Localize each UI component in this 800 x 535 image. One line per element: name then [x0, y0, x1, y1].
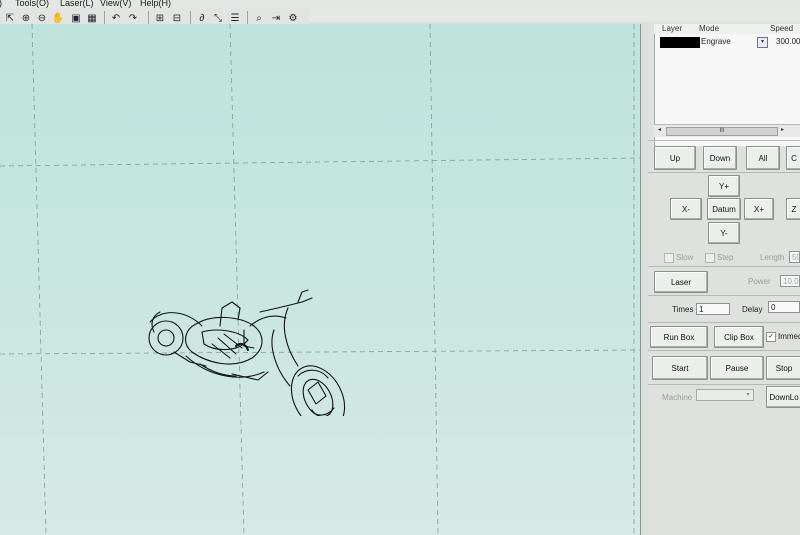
clip-box-button[interactable]: Clip Box [714, 326, 764, 348]
zoom-out-icon[interactable]: ⊖ [35, 11, 49, 25]
align-icon[interactable]: ⊞ [153, 11, 167, 25]
column-header-mode: Mode [699, 24, 720, 33]
run-box-button[interactable]: Run Box [650, 326, 708, 348]
menu-item-file-fragment[interactable]: ) [0, 0, 2, 8]
output-icon[interactable]: ⇥ [269, 11, 283, 25]
layer-mode-value[interactable]: Engrave [701, 37, 731, 46]
partial-button[interactable]: C [786, 146, 800, 170]
menu-item-laser[interactable]: Laser(L) [60, 0, 94, 8]
right-control-panel: Layer Mode Speed Engrave ▾ 300.00 ◂ III … [648, 22, 800, 535]
node-edit-icon[interactable]: ∂ [195, 11, 209, 25]
menu-item-tools[interactable]: Tools(O) [15, 0, 49, 8]
chevron-down-icon[interactable]: ▾ [757, 37, 768, 48]
step-checkbox[interactable] [705, 253, 715, 263]
start-button[interactable]: Start [652, 356, 708, 380]
step-label: Step [717, 253, 734, 262]
pause-button[interactable]: Pause [710, 356, 764, 380]
menu-bar: ) Tools(O) Laser(L) View(V) Help(H) [0, 0, 800, 8]
x-plus-button[interactable]: X+ [744, 198, 774, 220]
power-input[interactable]: 10.00 [780, 275, 800, 287]
panel-divider [648, 350, 800, 351]
z-button[interactable]: Z [786, 198, 800, 220]
settings-icon[interactable]: ⚙ [286, 11, 300, 25]
panel-divider [648, 266, 800, 267]
layer-table-scrollbar[interactable]: ◂ III ▸ [654, 124, 800, 137]
slow-label: Slow [676, 253, 694, 262]
zoom-in-icon[interactable]: ⊕ [19, 11, 33, 25]
panel-divider [648, 384, 800, 385]
length-label: Length [760, 253, 785, 262]
times-label: Times [672, 305, 694, 314]
motorcycle-drawing[interactable] [140, 286, 360, 416]
chevron-down-icon[interactable]: ▾ [744, 391, 752, 399]
layer-speed-value[interactable]: 300.00 [776, 37, 800, 46]
undo-icon[interactable]: ↶ [109, 11, 123, 25]
preview-icon[interactable]: ⌕ [252, 11, 266, 25]
menu-item-view[interactable]: View(V) [100, 0, 131, 8]
x-minus-button[interactable]: X- [670, 198, 702, 220]
layer-color-swatch[interactable] [660, 37, 700, 48]
length-input[interactable]: 50 [789, 251, 800, 263]
slow-checkbox[interactable] [664, 253, 674, 263]
immediate-checkbox[interactable]: ✓ [766, 332, 776, 342]
scroll-right-icon[interactable]: ▸ [778, 126, 787, 135]
laser-button[interactable]: Laser [654, 271, 708, 293]
page-icon[interactable]: ▦ [85, 11, 99, 25]
column-header-speed: Speed [770, 24, 794, 33]
select-icon[interactable]: ⇱ [3, 11, 17, 25]
scroll-left-icon[interactable]: ◂ [655, 126, 664, 135]
toolbar-empty-area [310, 8, 800, 22]
up-button[interactable]: Up [654, 146, 696, 170]
stop-button[interactable]: Stop [766, 356, 800, 380]
canvas-grid [0, 24, 640, 535]
delay-input[interactable]: 0 [768, 301, 800, 313]
menu-item-help[interactable]: Help(H) [140, 0, 171, 8]
download-button[interactable]: DownLo [766, 386, 800, 408]
immediate-label: Immed [778, 332, 800, 341]
path-icon[interactable]: ⤡ [211, 11, 225, 25]
delay-label: Delay [742, 305, 763, 314]
scrollbar-thumb[interactable]: III [666, 127, 778, 136]
down-button[interactable]: Down [703, 146, 737, 170]
hatch-icon[interactable]: ☰ [228, 11, 242, 25]
group-icon[interactable]: ⊟ [170, 11, 184, 25]
y-plus-button[interactable]: Y+ [708, 175, 740, 197]
power-label: Power [748, 277, 771, 286]
redo-icon[interactable]: ↷ [126, 11, 140, 25]
pan-hand-icon[interactable]: ✋ [51, 11, 65, 25]
machine-select[interactable]: ▾ [696, 389, 754, 401]
datum-button[interactable]: Datum [707, 198, 741, 220]
panel-divider [648, 322, 800, 323]
y-minus-button[interactable]: Y- [708, 222, 740, 244]
column-header-layer: Layer [662, 24, 683, 33]
panel-divider [648, 295, 800, 296]
panel-divider [648, 172, 800, 173]
drawing-canvas[interactable] [0, 24, 641, 535]
machine-label: Machine [662, 393, 693, 402]
all-button[interactable]: All [746, 146, 780, 170]
panel-divider [648, 140, 800, 141]
view-icon[interactable]: ▣ [69, 11, 83, 25]
times-input[interactable]: 1 [696, 303, 730, 315]
